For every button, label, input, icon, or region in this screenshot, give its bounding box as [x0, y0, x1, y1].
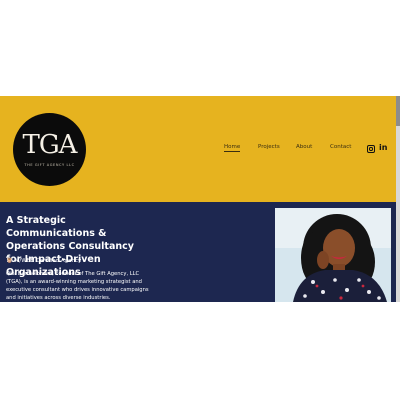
logo-subtitle: THE GIFT AGENCY LLC: [24, 163, 75, 167]
owl-icon: 🦉: [6, 258, 13, 264]
scrollbar-track[interactable]: [396, 96, 400, 302]
founder-portrait-image: [275, 208, 391, 302]
logo[interactable]: TGA THE GIFT AGENCY LLC: [13, 113, 86, 186]
badge-label: M/WBE Certified Agency: [14, 258, 82, 264]
logo-mark: TGA: [22, 130, 78, 160]
founder-bio: Qiai Bartholomew, Founder of The Gift Ag…: [6, 271, 149, 301]
scrollbar-thumb[interactable]: [396, 96, 400, 126]
nav-about[interactable]: About: [296, 144, 312, 150]
certification-badge: 🦉 M/WBE Certified Agency: [6, 258, 81, 264]
instagram-icon[interactable]: [367, 145, 375, 153]
nav-contact[interactable]: Contact: [330, 144, 351, 150]
nav-home[interactable]: Home: [224, 144, 241, 152]
founder-photo: [275, 208, 391, 302]
nav-projects[interactable]: Projects: [258, 144, 280, 150]
linkedin-icon[interactable]: in: [379, 143, 387, 152]
